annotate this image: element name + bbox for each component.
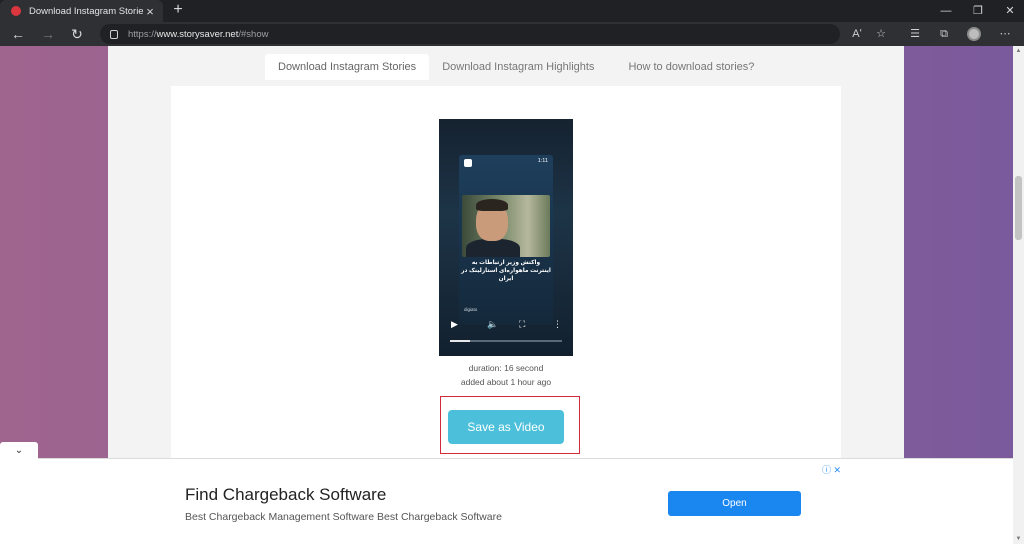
story-caption: واکنش وزیر ارتباطات به اینترنت ماهواره‌ا… (461, 260, 551, 282)
tab-download-highlights[interactable]: Download Instagram Highlights (429, 54, 607, 80)
maximize-icon[interactable]: ❐ (962, 0, 994, 22)
video-progress-fill (450, 340, 471, 342)
ad-banner: ⌄ ⓘ ✕ Find Chargeback Software Best Char… (0, 442, 1013, 544)
video-duration: duration: 16 second (468, 363, 544, 373)
story-time: 1:11 (537, 158, 548, 164)
play-icon[interactable]: ▶ (451, 319, 458, 329)
tab-how-to[interactable]: How to download stories? (615, 54, 767, 80)
favorites-list-icon[interactable]: ☰ (904, 22, 926, 46)
lock-icon (110, 29, 118, 39)
volume-icon[interactable]: 🔈 (487, 319, 498, 329)
ad-description: Best Chargeback Management Software Best… (185, 511, 502, 523)
back-icon[interactable]: ← (7, 22, 29, 46)
fullscreen-icon[interactable]: ⛶ (519, 319, 525, 329)
video-added-time: added about 1 hour ago (460, 377, 552, 387)
reel-logo-icon (464, 159, 472, 167)
video-progress-bar[interactable] (450, 340, 562, 342)
chevron-down-icon[interactable]: ⌄ (0, 442, 38, 459)
profile-avatar[interactable] (967, 27, 981, 41)
forward-icon[interactable]: → (37, 22, 59, 46)
ad-open-button[interactable]: Open (668, 491, 801, 516)
new-tab-button[interactable]: + (170, 0, 186, 22)
scroll-thumb[interactable] (1015, 176, 1022, 240)
ad-content[interactable]: ⓘ ✕ Find Chargeback Software Best Charge… (171, 463, 841, 544)
url-text: https://www.storysaver.net/#show (128, 28, 269, 40)
tab-download-stories[interactable]: Download Instagram Stories (265, 54, 430, 80)
story-frame: 1:11 واکنش وزیر ارتباطات به اینترنت ماهو… (459, 155, 553, 325)
page-viewport: Download Instagram Stories Download Inst… (0, 46, 1013, 544)
site-tabs: Download Instagram Stories Download Inst… (265, 54, 767, 80)
favicon-icon (11, 6, 21, 16)
story-photo (462, 195, 550, 257)
scroll-up-icon[interactable]: ▲ (1013, 46, 1024, 56)
scroll-down-icon[interactable]: ▼ (1013, 534, 1024, 544)
collections-icon[interactable]: ⧉ (933, 22, 955, 46)
page-scrollbar[interactable]: ▲ ▼ (1013, 46, 1024, 544)
address-bar[interactable]: https://www.storysaver.net/#show (100, 24, 840, 44)
minimize-icon[interactable]: — (930, 0, 962, 22)
browser-tab[interactable]: Download Instagram Stories and × (0, 0, 163, 22)
browser-window: Download Instagram Stories and × + — ❐ ✕… (0, 0, 1024, 544)
close-tab-icon[interactable]: × (143, 4, 157, 19)
story-video-player[interactable]: 1:11 واکنش وزیر ارتباطات به اینترنت ماهو… (439, 119, 573, 356)
reload-icon[interactable]: ↻ (66, 22, 88, 46)
ad-choices-icon[interactable]: ⓘ ✕ (822, 463, 841, 476)
more-menu-icon[interactable]: ⋯ (994, 22, 1016, 46)
read-aloud-icon[interactable]: Aʹ (846, 22, 868, 46)
close-window-icon[interactable]: ✕ (994, 0, 1024, 22)
ad-title[interactable]: Find Chargeback Software (185, 485, 386, 505)
tab-title: Download Instagram Stories and (29, 5, 143, 17)
story-brand: digiato (464, 307, 478, 312)
save-as-video-button[interactable]: Save as Video (448, 410, 564, 444)
browser-toolbar: ← → ↻ https://www.storysaver.net/#show A… (0, 22, 1024, 46)
tab-bar: Download Instagram Stories and × + — ❐ ✕ (0, 0, 1024, 22)
favorite-star-icon[interactable]: ☆ (870, 22, 892, 46)
more-options-icon[interactable]: ⋮ (553, 319, 562, 329)
